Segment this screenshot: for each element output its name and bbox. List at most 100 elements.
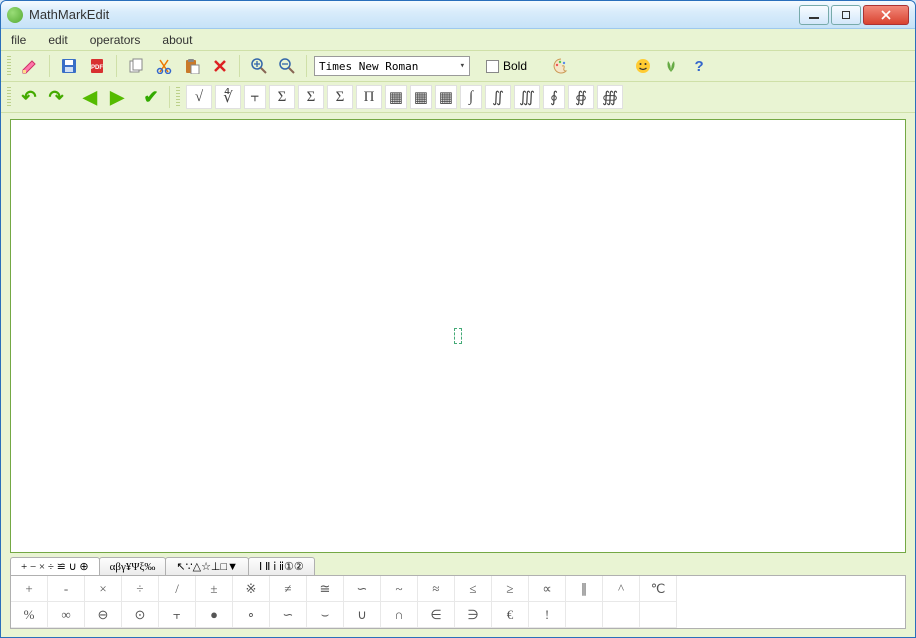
op-oiiint[interactable]: ∰ bbox=[597, 85, 623, 109]
op-iiint[interactable]: ∭ bbox=[514, 85, 540, 109]
tab-numerals[interactable]: Ⅰ Ⅱ ⅰ ⅱ①② bbox=[248, 557, 315, 575]
symbol-cell[interactable]: ⊙ bbox=[122, 602, 159, 628]
save-button[interactable] bbox=[57, 54, 81, 78]
leaf-button[interactable] bbox=[659, 54, 683, 78]
toolbar-grip bbox=[176, 87, 180, 107]
symbol-cell[interactable]: ≥ bbox=[492, 576, 529, 602]
window-title: MathMarkEdit bbox=[29, 7, 799, 22]
editor-area bbox=[1, 113, 915, 557]
op-abs[interactable]: ⫟ bbox=[244, 85, 266, 109]
op-nthroot[interactable]: ∜ bbox=[215, 85, 241, 109]
help-button[interactable]: ? bbox=[687, 54, 711, 78]
symbol-cell[interactable]: ≠ bbox=[270, 576, 307, 602]
tab-basic-ops[interactable]: + − × ÷ ≌ ∪ ⊕ bbox=[10, 557, 100, 575]
cut-button[interactable] bbox=[152, 54, 176, 78]
op-matrix2[interactable]: ▦ bbox=[410, 85, 432, 109]
op-sum2[interactable]: Σ bbox=[298, 85, 324, 109]
symbol-cell[interactable]: ∞ bbox=[48, 602, 85, 628]
font-select-value: Times New Roman bbox=[319, 60, 418, 73]
symbol-cell[interactable]: ※ bbox=[233, 576, 270, 602]
maximize-button[interactable] bbox=[831, 5, 861, 25]
bold-label: Bold bbox=[503, 59, 527, 73]
app-window: MathMarkEdit file edit operators about P… bbox=[0, 0, 916, 638]
op-matrix3[interactable]: ▦ bbox=[435, 85, 457, 109]
symbol-row: +-×÷/±※≠≅∽~≈≤≥∝∥^℃ bbox=[11, 576, 905, 602]
zoom-in-button[interactable] bbox=[247, 54, 271, 78]
close-button[interactable] bbox=[863, 5, 909, 25]
symbol-cell[interactable]: ! bbox=[529, 602, 566, 628]
paste-button[interactable] bbox=[180, 54, 204, 78]
undo-up-button[interactable]: ↷ bbox=[44, 85, 68, 109]
chevron-down-icon: ▾ bbox=[460, 61, 465, 71]
redo-down-button[interactable]: ↶ bbox=[17, 85, 41, 109]
insertion-cursor bbox=[454, 328, 462, 344]
next-button[interactable]: ▶ bbox=[105, 85, 129, 109]
symbol-cell[interactable]: × bbox=[85, 576, 122, 602]
symbol-cell[interactable]: ÷ bbox=[122, 576, 159, 602]
main-toolbar: PDF Times New Roman ▾ Bold bbox=[1, 51, 915, 82]
delete-button[interactable] bbox=[208, 54, 232, 78]
symbol-cell[interactable]: ∈ bbox=[418, 602, 455, 628]
symbol-cell[interactable]: ∪ bbox=[344, 602, 381, 628]
copy-button[interactable] bbox=[124, 54, 148, 78]
symbol-cell[interactable] bbox=[603, 602, 640, 628]
tab-shapes[interactable]: ↖∵△☆⊥□▼ bbox=[165, 557, 249, 575]
symbol-cell[interactable]: ∩ bbox=[381, 602, 418, 628]
symbol-cell[interactable]: ∝ bbox=[529, 576, 566, 602]
menu-operators[interactable]: operators bbox=[86, 31, 145, 49]
op-iint[interactable]: ∬ bbox=[485, 85, 511, 109]
tab-greek[interactable]: αβγ¥Ψξ‰ bbox=[99, 557, 167, 575]
symbol-cell[interactable]: ± bbox=[196, 576, 233, 602]
titlebar: MathMarkEdit bbox=[1, 1, 915, 29]
pdf-button[interactable]: PDF bbox=[85, 54, 109, 78]
symbol-row: %∞⊖⊙⫟●∘∽⌣∪∩∈∋€! bbox=[11, 602, 905, 628]
symbol-cell[interactable] bbox=[640, 602, 677, 628]
zoom-out-button[interactable] bbox=[275, 54, 299, 78]
symbol-cell[interactable]: ≅ bbox=[307, 576, 344, 602]
op-oiint[interactable]: ∯ bbox=[568, 85, 594, 109]
font-select[interactable]: Times New Roman ▾ bbox=[314, 56, 470, 76]
editor-canvas[interactable] bbox=[10, 119, 906, 553]
bold-toggle[interactable]: Bold bbox=[486, 59, 527, 73]
symbol-tabs: + − × ÷ ≌ ∪ ⊕ αβγ¥Ψξ‰ ↖∵△☆⊥□▼ Ⅰ Ⅱ ⅰ ⅱ①② bbox=[10, 557, 906, 575]
symbol-cell[interactable]: ∽ bbox=[270, 602, 307, 628]
symbol-cell[interactable]: / bbox=[159, 576, 196, 602]
symbol-cell[interactable]: ℃ bbox=[640, 576, 677, 602]
symbol-cell[interactable]: ∽ bbox=[344, 576, 381, 602]
op-matrix1[interactable]: ▦ bbox=[385, 85, 407, 109]
op-sum1[interactable]: Σ bbox=[269, 85, 295, 109]
symbol-cell[interactable]: ∥ bbox=[566, 576, 603, 602]
symbol-cell[interactable]: + bbox=[11, 576, 48, 602]
symbol-cell[interactable]: ^ bbox=[603, 576, 640, 602]
symbol-cell[interactable]: - bbox=[48, 576, 85, 602]
symbol-cell[interactable] bbox=[566, 602, 603, 628]
op-sum3[interactable]: Σ bbox=[327, 85, 353, 109]
check-button[interactable]: ✔ bbox=[139, 85, 163, 109]
op-prod[interactable]: Π bbox=[356, 85, 382, 109]
symbol-cell[interactable]: ∘ bbox=[233, 602, 270, 628]
symbol-cell[interactable]: ~ bbox=[381, 576, 418, 602]
symbol-cell[interactable]: ≈ bbox=[418, 576, 455, 602]
edit-button[interactable] bbox=[18, 54, 42, 78]
symbol-cell[interactable]: ⊖ bbox=[85, 602, 122, 628]
menu-file[interactable]: file bbox=[7, 31, 30, 49]
menu-about[interactable]: about bbox=[158, 31, 196, 49]
minimize-button[interactable] bbox=[799, 5, 829, 25]
palette-button[interactable] bbox=[549, 54, 573, 78]
symbol-cell[interactable]: % bbox=[11, 602, 48, 628]
op-oint[interactable]: ∮ bbox=[543, 85, 565, 109]
menu-edit[interactable]: edit bbox=[44, 31, 71, 49]
op-sqrt[interactable]: √ bbox=[186, 85, 212, 109]
symbol-cell[interactable]: ● bbox=[196, 602, 233, 628]
op-int[interactable]: ∫ bbox=[460, 85, 482, 109]
bold-checkbox[interactable] bbox=[486, 60, 499, 73]
symbol-cell[interactable]: € bbox=[492, 602, 529, 628]
symbol-cell[interactable]: ≤ bbox=[455, 576, 492, 602]
smiley-button[interactable] bbox=[631, 54, 655, 78]
symbol-cell[interactable]: ⌣ bbox=[307, 602, 344, 628]
operators-toolbar: ↶ ↷ ◀ ▶ ✔ √ ∜ ⫟ Σ Σ Σ Π ▦ ▦ ▦ ∫ ∬ ∭ ∮ ∯ … bbox=[1, 82, 915, 113]
prev-button[interactable]: ◀ bbox=[78, 85, 102, 109]
symbol-cell[interactable]: ∋ bbox=[455, 602, 492, 628]
symbol-cell[interactable]: ⫟ bbox=[159, 602, 196, 628]
svg-text:PDF: PDF bbox=[91, 65, 103, 71]
